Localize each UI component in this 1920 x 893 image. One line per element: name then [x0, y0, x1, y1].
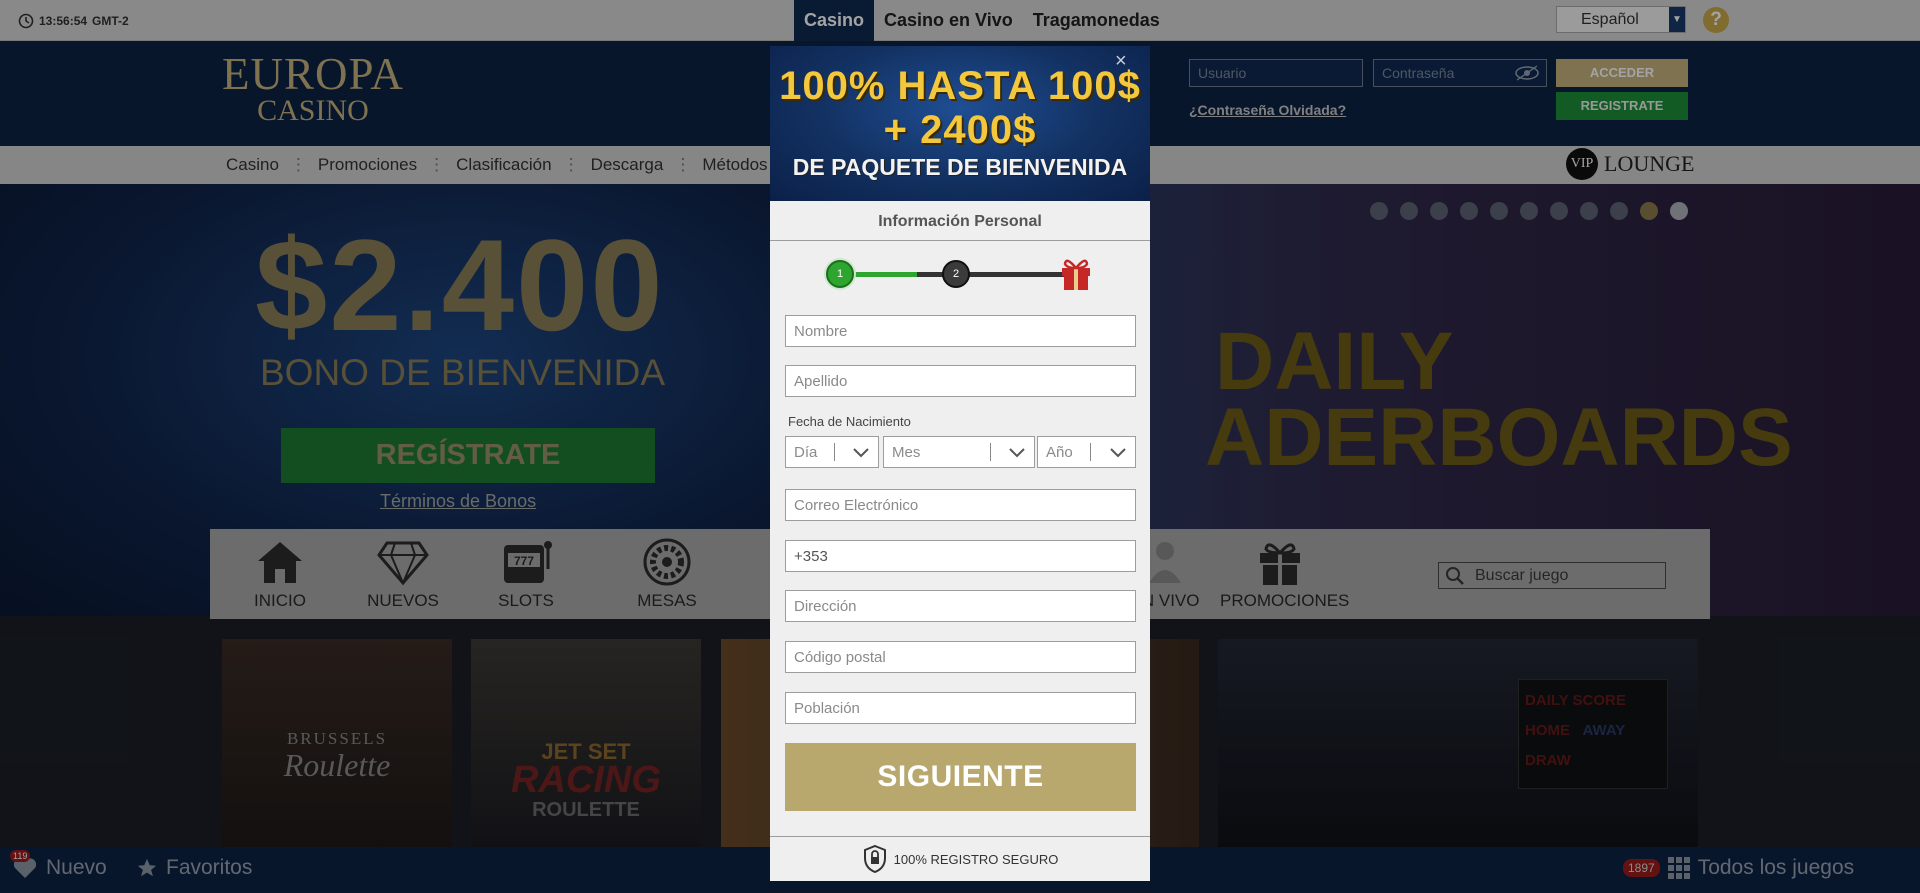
birth-month-value: Mes [892, 444, 921, 461]
birth-year-value: Año [1046, 444, 1073, 461]
birth-month-select[interactable]: Mes [883, 436, 1035, 468]
chevron-down-icon [1009, 448, 1025, 458]
step-2-indicator: 2 [942, 260, 970, 288]
gift-icon [1062, 259, 1090, 290]
close-icon[interactable]: × [1115, 50, 1127, 73]
banner-line3: DE PAQUETE DE BIENVENIDA [792, 154, 1128, 180]
registration-modal: 100% HASTA 100$ + 2400$ DE PAQUETE DE BI… [770, 46, 1150, 881]
birth-day-select[interactable]: Día [785, 436, 879, 468]
city-input[interactable]: Población [785, 692, 1136, 724]
secure-registration-note: 100% REGISTRO SEGURO [770, 836, 1150, 881]
registration-progress: 1 2 [826, 254, 1096, 294]
shield-lock-icon [863, 844, 886, 874]
divider [834, 443, 835, 461]
birth-date-label: Fecha de Nacimiento [788, 414, 911, 429]
postal-code-input[interactable]: Código postal [785, 641, 1136, 673]
next-button[interactable]: SIGUIENTE [785, 743, 1136, 811]
divider [1090, 443, 1091, 461]
first-name-input[interactable]: Nombre [785, 315, 1136, 347]
last-name-input[interactable]: Apellido [785, 365, 1136, 397]
banner-line2: + 2400$ [883, 108, 1037, 152]
phone-input[interactable]: +353 [785, 540, 1136, 572]
birth-year-select[interactable]: Año [1037, 436, 1136, 468]
chevron-down-icon [853, 448, 869, 458]
secure-text: 100% REGISTRO SEGURO [893, 851, 1059, 867]
chevron-down-icon [1110, 448, 1126, 458]
email-input[interactable]: Correo Electrónico [785, 489, 1136, 521]
banner-line1: 100% HASTA 100$ [779, 64, 1141, 108]
birth-day-value: Día [794, 444, 818, 461]
welcome-bonus-banner: 100% HASTA 100$ + 2400$ DE PAQUETE DE BI… [770, 46, 1150, 201]
divider [990, 443, 991, 461]
section-title: Información Personal [770, 201, 1150, 241]
address-input[interactable]: Dirección [785, 590, 1136, 622]
step-1-indicator: 1 [826, 260, 854, 288]
